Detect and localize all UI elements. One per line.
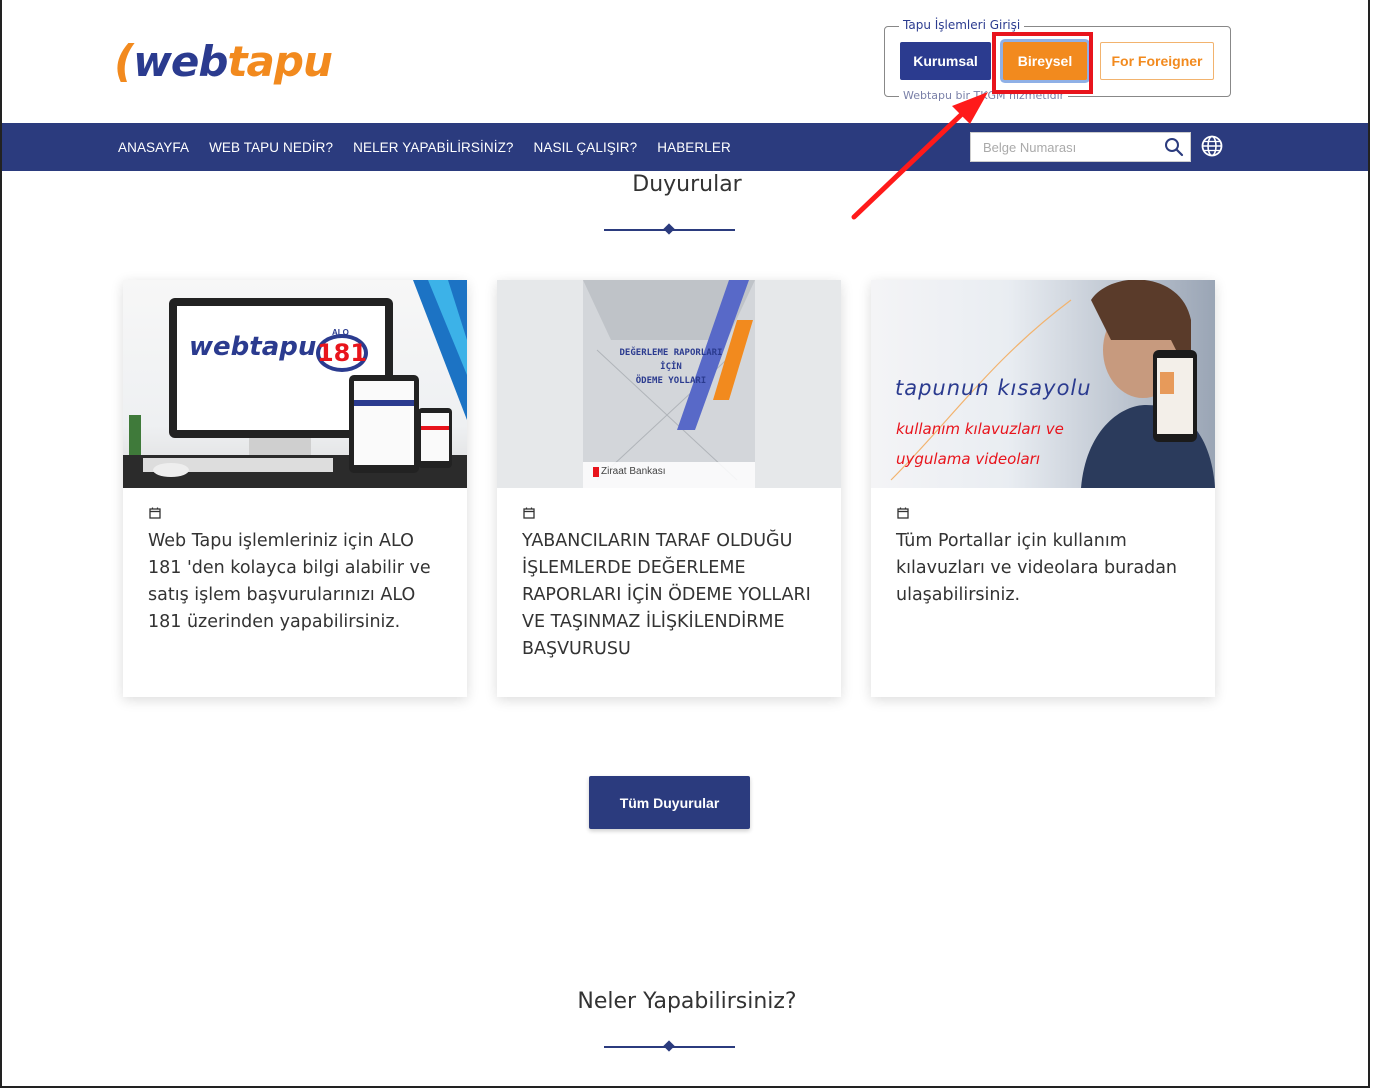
card-text: YABANCILARIN TARAF OLDUĞU İŞLEMLERDE DEĞ… bbox=[522, 531, 811, 659]
title-divider bbox=[604, 223, 735, 235]
card-image-headline: tapunun kısayolu bbox=[895, 376, 1092, 400]
announcement-card[interactable]: webtapu ALO 181 Web Tapu işlemleriniz iç… bbox=[123, 280, 467, 697]
card-image-subline1: kullanım kılavuzları ve bbox=[896, 420, 1064, 438]
announcements-title: Duyurular bbox=[632, 172, 742, 197]
card-text: Web Tapu işlemleriniz için ALO 181 'den … bbox=[148, 531, 431, 632]
card-text: Tüm Portallar için kullanım kılavuzları … bbox=[896, 531, 1178, 605]
announcement-card[interactable]: tapunun kısayolu kullanım kılavuzları ve… bbox=[871, 280, 1215, 697]
login-legend: Tapu İşlemleri Girişi bbox=[899, 18, 1025, 32]
card-image-bank-text: Ziraat Bankası bbox=[601, 466, 666, 477]
all-announcements-button[interactable]: Tüm Duyurular bbox=[589, 776, 750, 829]
foreigner-button[interactable]: For Foreigner bbox=[1100, 42, 1214, 80]
nav-item-neler-yapabilirsiniz[interactable]: NELER YAPABİLİRSİNİZ? bbox=[353, 140, 513, 155]
calendar-icon bbox=[523, 507, 535, 519]
calendar-icon bbox=[897, 507, 909, 519]
calendar-icon bbox=[149, 507, 161, 519]
nav-links: ANASAYFA WEB TAPU NEDİR? NELER YAPABİLİR… bbox=[118, 123, 731, 171]
kurumsal-button[interactable]: Kurumsal bbox=[900, 42, 991, 80]
card-image-degerleme: DEĞERLEME RAPORLARI İÇİN ÖDEME YOLLARI Z… bbox=[497, 280, 841, 488]
annotation-highlight-box bbox=[992, 32, 1093, 94]
card-image-subline2: uygulama videoları bbox=[896, 450, 1041, 468]
search-icon[interactable] bbox=[1164, 137, 1184, 157]
document-number-input[interactable] bbox=[971, 133, 1151, 161]
main-navbar: ANASAYFA WEB TAPU NEDİR? NELER YAPABİLİR… bbox=[2, 123, 1368, 171]
features-divider bbox=[604, 1040, 735, 1052]
card-image-tapunun-kisayolu: tapunun kısayolu kullanım kılavuzları ve… bbox=[871, 280, 1215, 488]
announcement-card[interactable]: DEĞERLEME RAPORLARI İÇİN ÖDEME YOLLARI Z… bbox=[497, 280, 841, 697]
webtapu-logo[interactable]: (webtapu bbox=[114, 36, 333, 87]
nav-item-nasil-calisir[interactable]: NASIL ÇALIŞIR? bbox=[534, 140, 638, 155]
card-image-181-text: 181 bbox=[316, 334, 368, 372]
search-box bbox=[970, 132, 1191, 162]
globe-icon[interactable] bbox=[1201, 135, 1223, 157]
card-image-title-line1: DEĞERLEME RAPORLARI bbox=[619, 348, 723, 358]
features-title: Neler Yapabilirsiniz? bbox=[577, 989, 797, 1014]
card-image-alo181: webtapu ALO 181 bbox=[123, 280, 467, 488]
page-frame: (webtapu Tapu İşlemleri Girişi Kurumsal … bbox=[0, 0, 1370, 1088]
card-image-title-line2: İÇİN bbox=[660, 362, 682, 372]
nav-item-anasayfa[interactable]: ANASAYFA bbox=[118, 140, 189, 155]
nav-item-haberler[interactable]: HABERLER bbox=[657, 140, 731, 155]
nav-item-web-tapu-nedir[interactable]: WEB TAPU NEDİR? bbox=[209, 140, 333, 155]
card-image-logo-text: webtapu bbox=[189, 332, 317, 362]
card-image-title-line3: ÖDEME YOLLARI bbox=[635, 376, 707, 386]
